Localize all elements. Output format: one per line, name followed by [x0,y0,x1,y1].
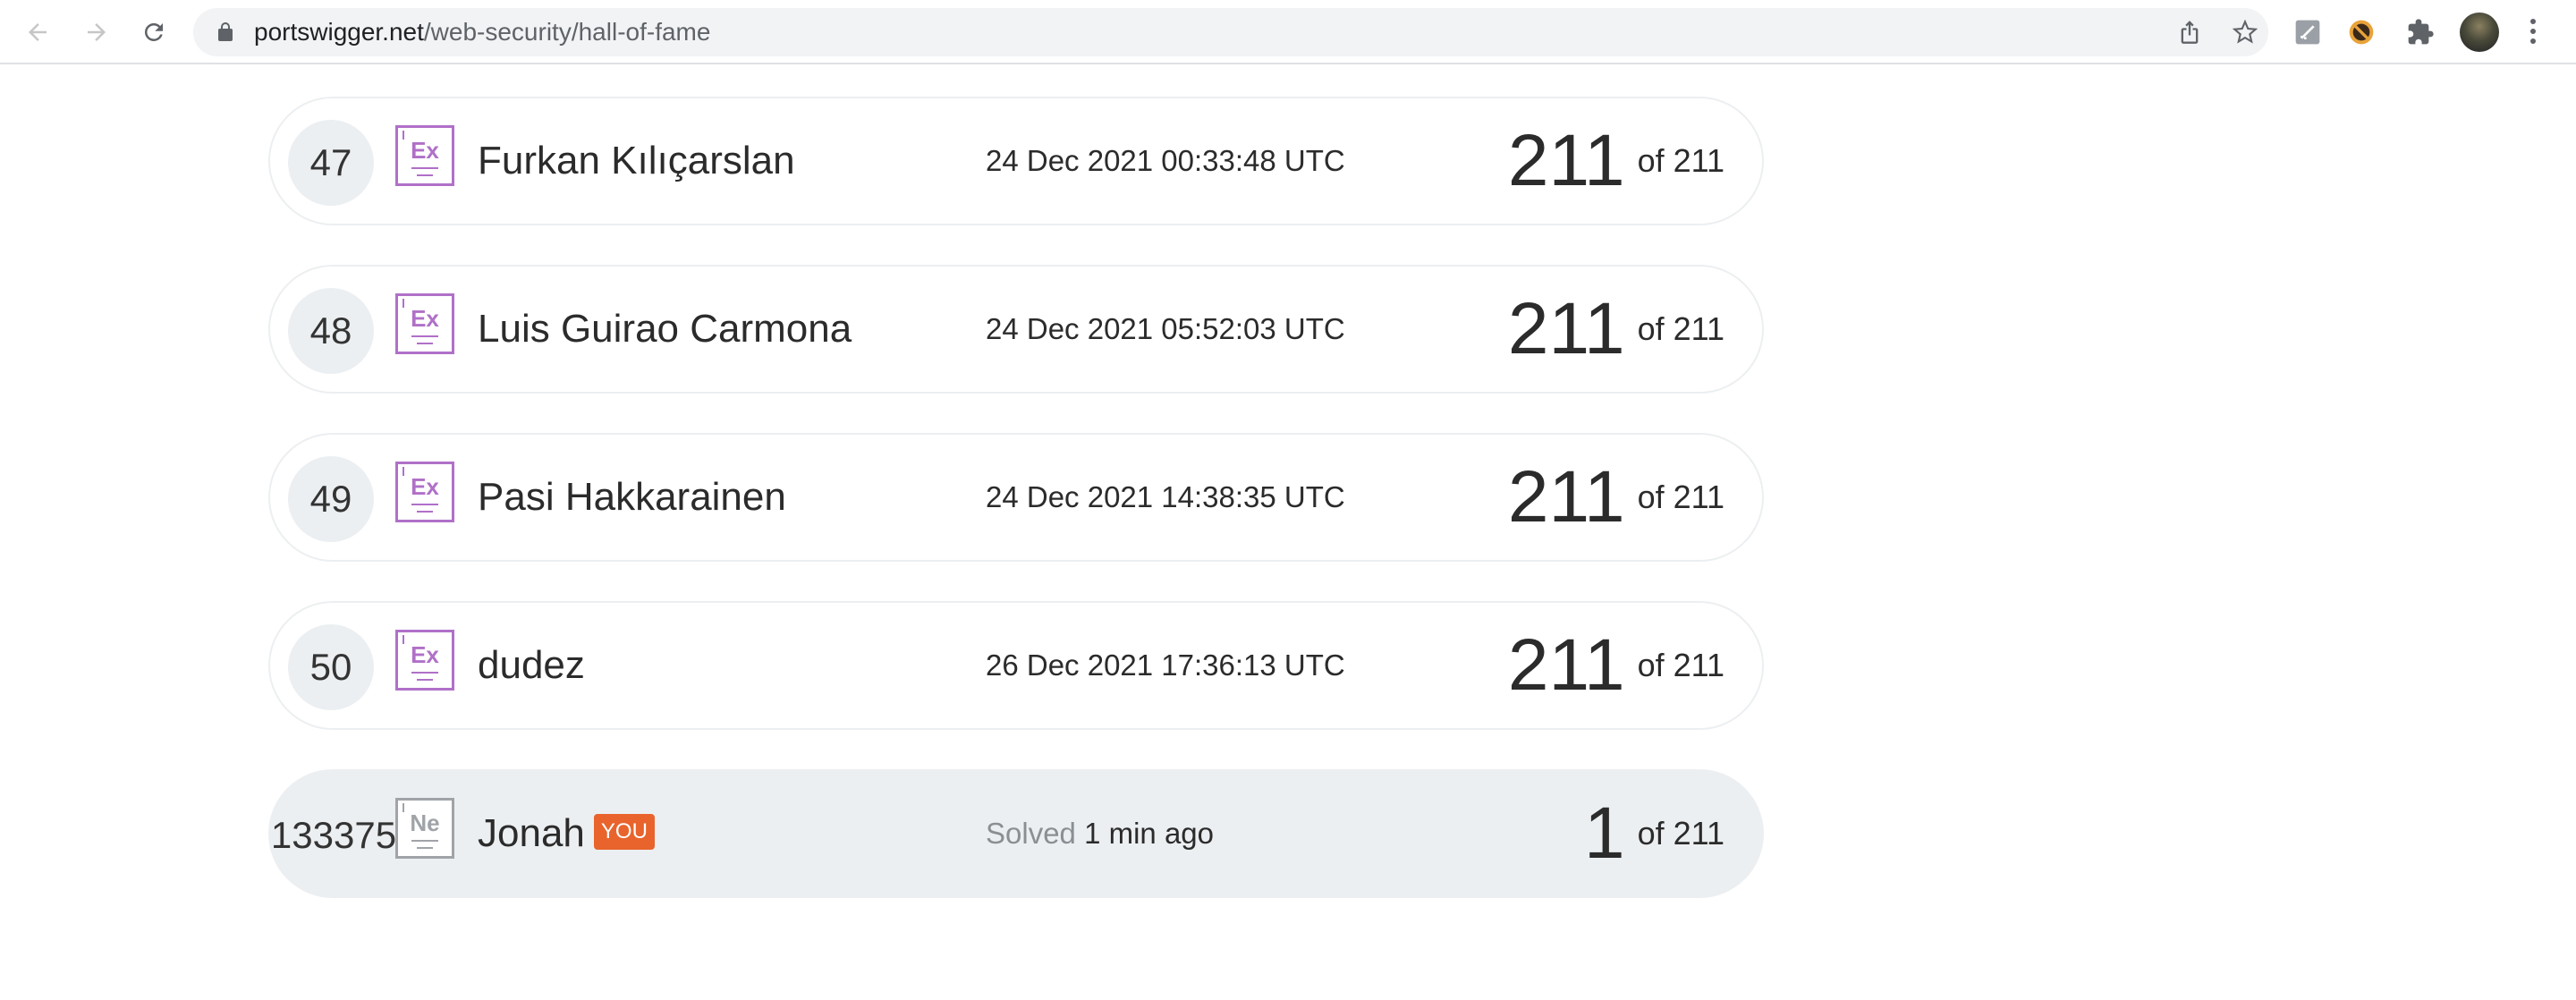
user-name: Pasi Hakkarainen [478,475,786,519]
user-name: Luis Guirao Carmona [478,307,852,351]
puzzle-icon[interactable] [2402,14,2438,50]
level-abbr: Ex [411,473,439,500]
level-abbr: Ex [411,305,439,332]
expert-level-icon: Ex [395,125,454,186]
solved-status: Solved 1 min ago [986,771,1214,896]
back-button[interactable] [18,13,57,52]
expert-level-icon: Ex [395,630,454,691]
rank-badge: 50 [288,624,374,710]
score: 211 of 211 [1508,98,1724,224]
leaderboard-row: 48 Ex Luis Guirao Carmona 24 Dec 2021 05… [268,265,1764,394]
completion-date: 24 Dec 2021 00:33:48 UTC [986,144,1345,177]
score-total: of 211 [1637,142,1724,179]
user-name: Furkan Kılıçarslan [478,139,795,182]
score: 211 of 211 [1508,435,1724,560]
browser-menu-button[interactable] [2524,16,2542,48]
url-text: portswigger.net/web-security/hall-of-fam… [254,8,710,56]
rank-badge: 133375 [270,814,397,856]
you-badge: YOU [593,814,655,851]
rank-badge: 48 [288,288,374,374]
reload-button[interactable] [134,13,174,52]
score-total: of 211 [1637,815,1724,852]
arrow-left-icon [29,23,47,41]
completion-date: 24 Dec 2021 14:38:35 UTC [986,480,1345,513]
score-total: of 211 [1637,479,1724,515]
extension-notes-icon[interactable] [2290,14,2326,50]
lock-icon [218,22,233,41]
score: 211 of 211 [1508,267,1724,392]
score: 211 of 211 [1508,603,1724,728]
score-value: 211 [1507,624,1625,706]
score-value: 211 [1507,456,1625,538]
score-value: 211 [1507,288,1625,369]
extension-blocker-icon[interactable] [2343,14,2379,50]
leaderboard-row: 47 Ex Furkan Kılıçarslan 24 Dec 2021 00:… [268,97,1764,225]
score: 1 of 211 [1584,771,1724,896]
solved-time: 1 min ago [1084,817,1215,850]
level-abbr: Ne [410,809,440,836]
url-host: portswigger.net [254,18,424,46]
browser-toolbar: portswigger.net/web-security/hall-of-fam… [0,0,2576,64]
level-abbr: Ex [411,137,439,164]
level-abbr: Ex [411,641,439,668]
share-icon[interactable] [2177,20,2202,45]
rank-badge: 47 [288,120,374,206]
user-name-text: Jonah [478,811,585,855]
score-total: of 211 [1637,647,1724,683]
score-value: 211 [1507,120,1625,201]
completion-date: 24 Dec 2021 05:52:03 UTC [986,312,1345,345]
address-bar[interactable]: portswigger.net/web-security/hall-of-fam… [193,8,2268,56]
url-path: /web-security/hall-of-fame [423,18,711,46]
solved-label: Solved [986,817,1076,850]
expert-level-icon: Ex [395,462,454,522]
expert-level-icon: Ex [395,293,454,354]
forward-button[interactable] [77,13,116,52]
rank-badge: 49 [288,456,374,542]
novice-level-icon: Ne [395,798,454,859]
completion-date: 26 Dec 2021 17:36:13 UTC [986,648,1345,682]
score-value: 1 [1583,792,1625,874]
leaderboard-row: 49 Ex Pasi Hakkarainen 24 Dec 2021 14:38… [268,433,1764,562]
profile-avatar[interactable] [2460,13,2499,52]
score-total: of 211 [1637,310,1724,347]
star-icon[interactable] [2233,20,2258,45]
leaderboard-row: 50 Ex dudez 26 Dec 2021 17:36:13 UTC 211… [268,601,1764,730]
user-name: Jonah YOU [478,771,655,896]
reload-icon [144,22,163,41]
arrow-right-icon [88,23,106,41]
current-user-row: 133375 Ne Jonah YOU Solved 1 min ago 1 of … [268,769,1764,898]
user-name: dudez [478,643,585,687]
